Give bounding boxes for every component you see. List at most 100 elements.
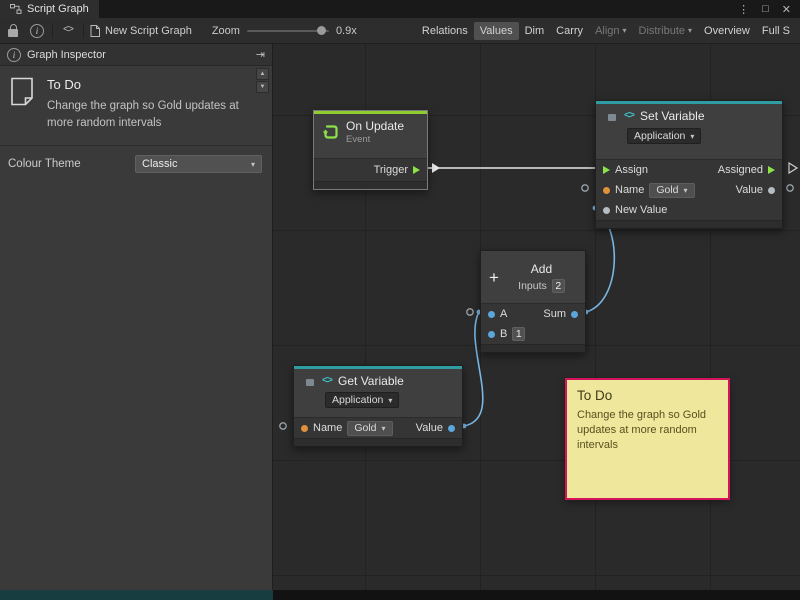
toolbar-separator bbox=[83, 23, 84, 38]
window-controls: ⋮ □ ✕ bbox=[738, 0, 800, 18]
chevron-down-icon: ▾ bbox=[688, 26, 692, 35]
value-output-port[interactable] bbox=[768, 187, 775, 194]
code-icon: <> bbox=[63, 25, 73, 36]
code-icon: <> bbox=[624, 111, 634, 122]
add-a-external-port[interactable] bbox=[467, 309, 473, 315]
assigned-label: Assigned bbox=[718, 164, 763, 176]
zoom-slider[interactable] bbox=[247, 30, 329, 32]
getvar-name-row: Name Gold ▾ Value bbox=[294, 418, 462, 438]
name-label: Name bbox=[615, 184, 644, 196]
window-close-icon[interactable]: ✕ bbox=[782, 3, 791, 16]
plus-icon: + bbox=[489, 269, 499, 286]
colour-theme-row: Colour Theme Classic ▾ bbox=[0, 146, 272, 173]
get-variable-header[interactable]: <> Get Variable Application ▾ bbox=[294, 369, 462, 417]
getvar-value-label: Value bbox=[416, 422, 443, 434]
node-footer bbox=[481, 344, 585, 352]
graph-toolbar: i <> New Script Graph Zoom 0.9x Relation… bbox=[0, 18, 800, 44]
node-set-variable[interactable]: <> Set Variable Application ▾ Assign Ass… bbox=[595, 100, 783, 229]
info-icon: i bbox=[30, 24, 44, 38]
name-external-port[interactable] bbox=[582, 185, 588, 191]
zoom-control: Zoom 0.9x bbox=[212, 25, 357, 37]
overview-button[interactable]: Overview bbox=[698, 22, 756, 40]
new-value-port-row: New Value bbox=[596, 200, 782, 220]
inputs-count-field[interactable]: 2 bbox=[552, 279, 565, 293]
getvar-value-output-port[interactable] bbox=[448, 425, 455, 432]
name-input-port[interactable] bbox=[603, 187, 610, 194]
getvar-name-external-port[interactable] bbox=[280, 423, 286, 429]
set-variable-header[interactable]: <> Set Variable Application ▾ bbox=[596, 104, 782, 159]
sticky-note-text: Change the graph so Gold updates at more… bbox=[577, 408, 717, 454]
getvar-name-input-port[interactable] bbox=[301, 425, 308, 432]
node-get-variable[interactable]: <> Get Variable Application ▾ Name Gold bbox=[293, 365, 463, 447]
b-value-field[interactable]: 1 bbox=[512, 327, 525, 341]
zoom-value: 0.9x bbox=[336, 25, 357, 37]
chevron-down-icon: ▾ bbox=[251, 160, 255, 169]
assign-input-port[interactable] bbox=[603, 166, 610, 174]
script-file-icon bbox=[90, 25, 100, 37]
scroll-down-button[interactable]: ▼ bbox=[256, 81, 269, 93]
sum-output-port[interactable] bbox=[571, 311, 578, 318]
carry-button[interactable]: Carry bbox=[550, 22, 589, 40]
new-script-graph-button[interactable]: New Script Graph bbox=[90, 25, 192, 37]
get-variable-scope-dropdown[interactable]: Application ▾ bbox=[325, 392, 399, 408]
window-menu-icon[interactable]: ⋮ bbox=[738, 3, 749, 16]
sticky-note[interactable]: To Do Change the graph so Gold updates a… bbox=[565, 378, 730, 500]
new-value-input-port[interactable] bbox=[603, 207, 610, 214]
inspect-toggle-button[interactable]: i bbox=[28, 22, 46, 40]
on-update-title: On Update bbox=[346, 119, 404, 133]
todo-text: Change the graph so Gold updates at more… bbox=[47, 98, 255, 131]
edit-source-button[interactable]: <> bbox=[59, 22, 77, 40]
distribute-button[interactable]: Distribute ▾ bbox=[633, 22, 698, 40]
get-variable-title: Get Variable bbox=[338, 374, 404, 388]
sticky-note-title: To Do bbox=[577, 388, 718, 403]
colour-theme-dropdown[interactable]: Classic ▾ bbox=[135, 155, 262, 173]
scroll-up-button[interactable]: ▲ bbox=[256, 68, 269, 80]
node-on-update[interactable]: On Update Event Trigger bbox=[313, 110, 428, 190]
dim-button[interactable]: Dim bbox=[519, 22, 551, 40]
sum-label: Sum bbox=[543, 308, 566, 320]
dock-icon[interactable]: ⇥ bbox=[256, 48, 265, 61]
values-button[interactable]: Values bbox=[474, 22, 519, 40]
name-port-row: Name Gold ▾ Value bbox=[596, 180, 782, 200]
trigger-label: Trigger bbox=[374, 164, 408, 176]
add-header[interactable]: + Add Inputs 2 bbox=[481, 251, 585, 303]
get-variable-body: Name Gold ▾ Value bbox=[294, 417, 462, 438]
chevron-down-icon: ▾ bbox=[684, 186, 688, 195]
assigned-output-port[interactable] bbox=[768, 166, 775, 174]
a-input-port[interactable] bbox=[488, 311, 495, 318]
assigned-external-port[interactable] bbox=[789, 163, 797, 173]
variable-icon bbox=[302, 375, 316, 387]
a-label: A bbox=[500, 308, 507, 320]
script-graph-icon bbox=[10, 4, 22, 14]
lock-button[interactable] bbox=[4, 22, 22, 40]
zoom-slider-thumb[interactable] bbox=[317, 26, 326, 35]
chevron-down-icon: ▾ bbox=[690, 132, 694, 141]
lock-icon bbox=[8, 29, 18, 37]
align-button[interactable]: Align ▾ bbox=[589, 22, 632, 40]
on-update-subtitle: Event bbox=[346, 134, 404, 145]
trigger-output-port[interactable] bbox=[413, 166, 420, 174]
node-footer bbox=[314, 181, 427, 189]
on-update-header[interactable]: On Update Event bbox=[314, 114, 427, 158]
variable-icon bbox=[604, 110, 618, 122]
inputs-label: Inputs bbox=[518, 280, 547, 292]
node-add[interactable]: + Add Inputs 2 A Sum bbox=[480, 250, 586, 353]
assign-port-row: Assign Assigned bbox=[596, 160, 782, 180]
colour-theme-label: Colour Theme bbox=[8, 158, 129, 170]
b-input-port[interactable] bbox=[488, 331, 495, 338]
b-port-row: B 1 bbox=[481, 324, 585, 344]
getvar-name-label: Name bbox=[313, 422, 342, 434]
set-variable-scope-dropdown[interactable]: Application ▾ bbox=[627, 128, 701, 144]
window-maximize-icon[interactable]: □ bbox=[762, 3, 769, 15]
tab-script-graph[interactable]: Script Graph bbox=[0, 0, 99, 18]
fullscreen-button[interactable]: Full S bbox=[756, 22, 796, 40]
graph-canvas[interactable]: On Update Event Trigger <> bbox=[273, 44, 800, 590]
name-value-dropdown[interactable]: Gold ▾ bbox=[649, 183, 694, 198]
graph-inspector-panel: i Graph Inspector ⇥ ▲ ▼ To Do Change the… bbox=[0, 44, 273, 590]
unity-script-graph-window: Script Graph ⋮ □ ✕ i <> New Script Graph… bbox=[0, 0, 800, 600]
getvar-name-dropdown[interactable]: Gold ▾ bbox=[347, 421, 392, 436]
relations-button[interactable]: Relations bbox=[416, 22, 474, 40]
value-external-port[interactable] bbox=[787, 185, 793, 191]
bottom-bar bbox=[0, 590, 800, 600]
value-label: Value bbox=[736, 184, 763, 196]
